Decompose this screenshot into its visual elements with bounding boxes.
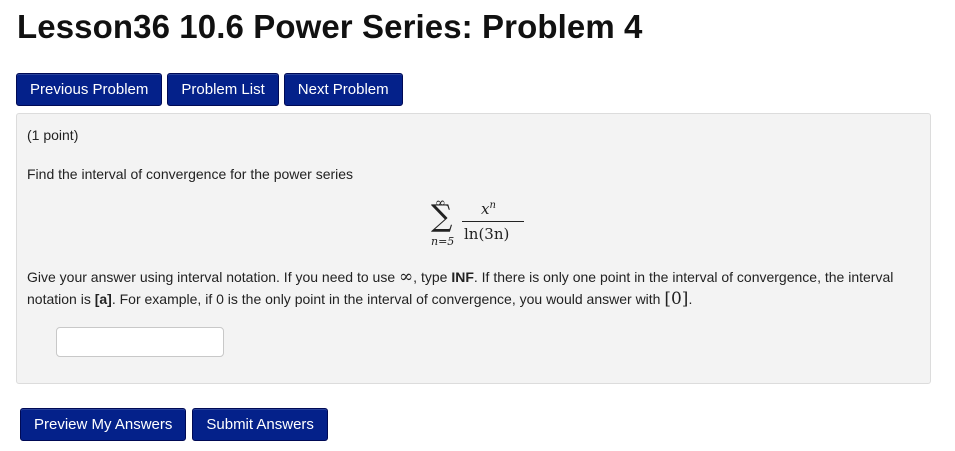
problem-list-button[interactable]: Problem List xyxy=(167,73,279,106)
previous-problem-button[interactable]: Previous Problem xyxy=(16,73,163,106)
infinity-symbol: ∞ xyxy=(399,267,414,287)
instr-example: [0] xyxy=(664,289,689,309)
instr-text-2: , type xyxy=(413,269,452,285)
sum-lower-limit: n=5 xyxy=(431,235,455,248)
instr-text-5: . xyxy=(688,291,693,307)
problem-prompt: Find the interval of convergence for the… xyxy=(27,166,354,182)
fraction-bar xyxy=(462,221,524,222)
instr-inf-keyword: INF xyxy=(451,269,474,285)
problem-nav: Previous Problem Problem List Next Probl… xyxy=(16,73,403,106)
next-problem-button[interactable]: Next Problem xyxy=(283,73,403,106)
problem-panel: (1 point) Find the interval of convergen… xyxy=(16,113,931,384)
instr-text-4: . For example, if 0 is the only point in… xyxy=(111,291,665,307)
points-label: (1 point) xyxy=(27,127,79,143)
page-title: Lesson36 10.6 Power Series: Problem 4 xyxy=(17,8,643,45)
submit-answers-button[interactable]: Submit Answers xyxy=(192,408,328,441)
answer-instructions: Give your answer using interval notation… xyxy=(27,266,922,310)
sigma-symbol: ∑ xyxy=(431,199,453,234)
instr-text-1: Give your answer using interval notation… xyxy=(27,269,399,285)
preview-answers-button[interactable]: Preview My Answers xyxy=(20,408,187,441)
power-series-formula: ∞ ∑ n=5 xn ln(3n) xyxy=(427,196,527,252)
fraction-numerator: xn xyxy=(481,200,496,218)
answer-input[interactable] xyxy=(56,327,224,357)
numerator-exponent: n xyxy=(489,200,496,211)
instr-bracket-a: [a] xyxy=(94,291,112,307)
fraction-denominator: ln(3n) xyxy=(464,225,510,243)
answer-actions: Preview My Answers Submit Answers xyxy=(20,408,328,441)
